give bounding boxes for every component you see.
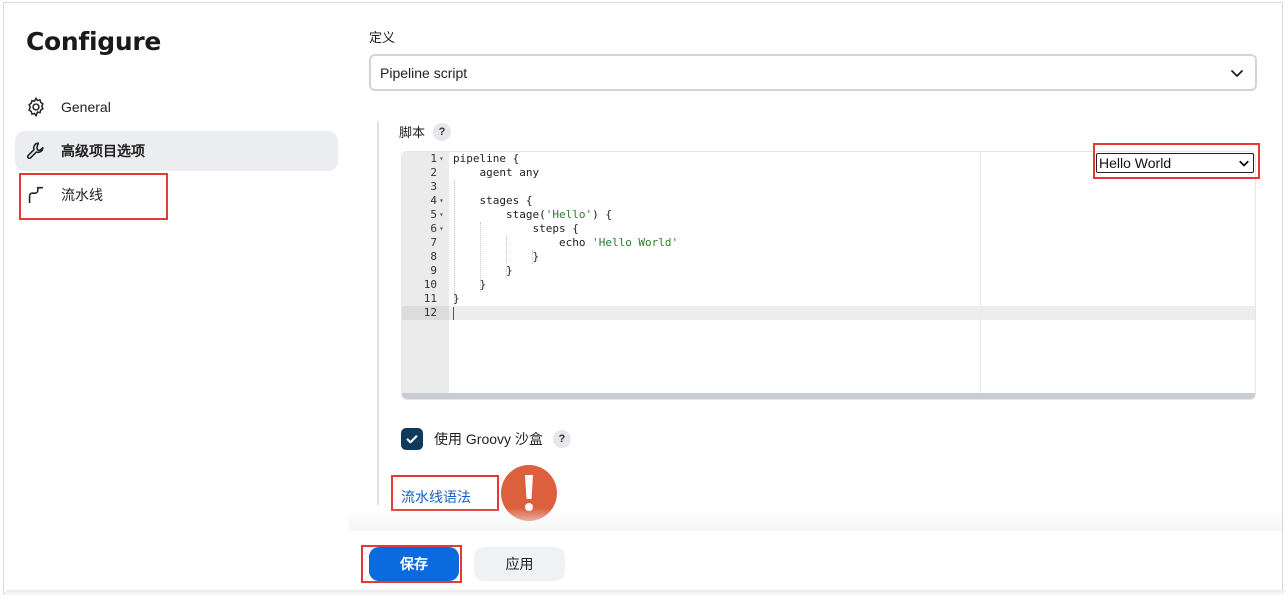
annotation-box-syntax	[391, 475, 499, 511]
code-line: 5 ▾ stage('Hello') {	[402, 208, 1255, 222]
sidebar: Configure General 高级项目选项 流水线	[4, 3, 349, 593]
code-line: 11}	[402, 292, 1255, 306]
code-text: steps {	[453, 222, 579, 236]
line-number: 7	[430, 236, 437, 249]
code-line: 3	[402, 180, 1255, 194]
code-token: stage(	[453, 208, 546, 221]
fold-toggle-icon[interactable]: ▾	[439, 222, 447, 236]
code-token: agent any	[453, 166, 540, 179]
line-number: 2	[430, 166, 437, 179]
wrench-icon	[25, 140, 47, 162]
code-text: echo 'Hello World'	[453, 236, 678, 250]
code-line: 10 }	[402, 278, 1255, 292]
page-title: Configure	[26, 27, 162, 56]
code-string: 'Hello'	[545, 208, 593, 221]
line-number: 12	[423, 306, 437, 319]
annotation-box-save	[361, 545, 462, 583]
line-number: 10	[423, 278, 437, 291]
code-token: pipeline {	[453, 152, 520, 165]
code-token: }	[453, 278, 487, 291]
code-line: 8 }	[402, 250, 1255, 264]
script-label-text: 脚本	[399, 125, 426, 140]
line-number: 4	[430, 194, 437, 207]
sandbox-row: 使用 Groovy 沙盒 ?	[401, 428, 571, 450]
definition-select-value: Pipeline script	[380, 64, 468, 81]
help-icon[interactable]: ?	[552, 430, 571, 448]
fold-toggle-icon[interactable]: ▾	[439, 208, 447, 222]
code-text: }	[453, 250, 539, 264]
code-text: pipeline {	[453, 152, 519, 166]
fold-toggle-icon[interactable]: ▾	[439, 194, 447, 208]
code-token: stages {	[453, 194, 533, 207]
gear-icon	[25, 96, 47, 118]
help-icon[interactable]: ?	[433, 122, 452, 141]
line-number: 3	[430, 180, 437, 193]
line-number: 9	[430, 264, 437, 277]
fold-toggle-icon[interactable]: ▾	[439, 152, 447, 166]
footer-fade	[349, 508, 1282, 532]
code-line: 7 echo 'Hello World'	[402, 236, 1255, 250]
code-token: }	[453, 292, 460, 305]
definition-select[interactable]: Pipeline script	[369, 54, 1257, 91]
main-panel: 定义 Pipeline script 脚本 ? 1 ▾ pipeline {2 ag…	[349, 3, 1282, 593]
code-line: 4 ▾ stages {	[402, 194, 1255, 208]
line-number: 1	[430, 152, 437, 165]
code-text: }	[453, 292, 460, 306]
sandbox-checkbox[interactable]	[401, 428, 423, 450]
check-icon	[406, 435, 418, 444]
line-number: 11	[423, 292, 437, 305]
section-divider	[377, 121, 379, 505]
script-editor[interactable]: 1 ▾ pipeline {2 agent any 3 4 ▾ stages {5 ▾ st…	[401, 151, 1256, 400]
code-text: }	[453, 264, 513, 278]
line-number: 8	[430, 250, 437, 263]
chevron-down-icon	[1231, 70, 1243, 77]
sidebar-item-label: 高级项目选项	[61, 143, 145, 159]
code-line: 12	[402, 306, 1255, 320]
code-token: }	[453, 250, 540, 263]
frame-shadow	[6, 590, 1284, 596]
annotation-box-pipeline	[19, 173, 168, 220]
code-line: 9 }	[402, 264, 1255, 278]
sidebar-item-general[interactable]: General	[15, 87, 338, 127]
code-line: 6 ▾ steps {	[402, 222, 1255, 236]
sandbox-label: 使用 Groovy 沙盒	[434, 431, 543, 447]
code-token: echo	[453, 236, 593, 249]
code-token: steps {	[453, 222, 579, 235]
code-text: }	[453, 278, 486, 292]
code-text: stage('Hello') {	[453, 208, 612, 222]
sidebar-item-advanced[interactable]: 高级项目选项	[15, 131, 338, 171]
text-cursor	[453, 307, 454, 320]
code-string: 'Hello World'	[592, 236, 679, 249]
line-number: 6	[430, 222, 437, 235]
definition-label: 定义	[369, 30, 396, 45]
configure-page: Configure General 高级项目选项 流水线 定义 Pipeline…	[3, 2, 1283, 594]
editor-scrollbar[interactable]	[402, 393, 1255, 399]
sidebar-item-label: General	[61, 99, 111, 115]
code-token: ) {	[592, 208, 612, 221]
apply-button[interactable]: 应用	[474, 547, 565, 581]
footer-bar: 保存 应用	[349, 531, 1282, 593]
script-label: 脚本 ?	[399, 122, 452, 141]
code-text: agent any	[453, 166, 539, 180]
line-number: 5	[430, 208, 437, 221]
code-token: }	[453, 264, 513, 277]
annotation-box-sample	[1093, 143, 1260, 179]
code-text: stages {	[453, 194, 532, 208]
